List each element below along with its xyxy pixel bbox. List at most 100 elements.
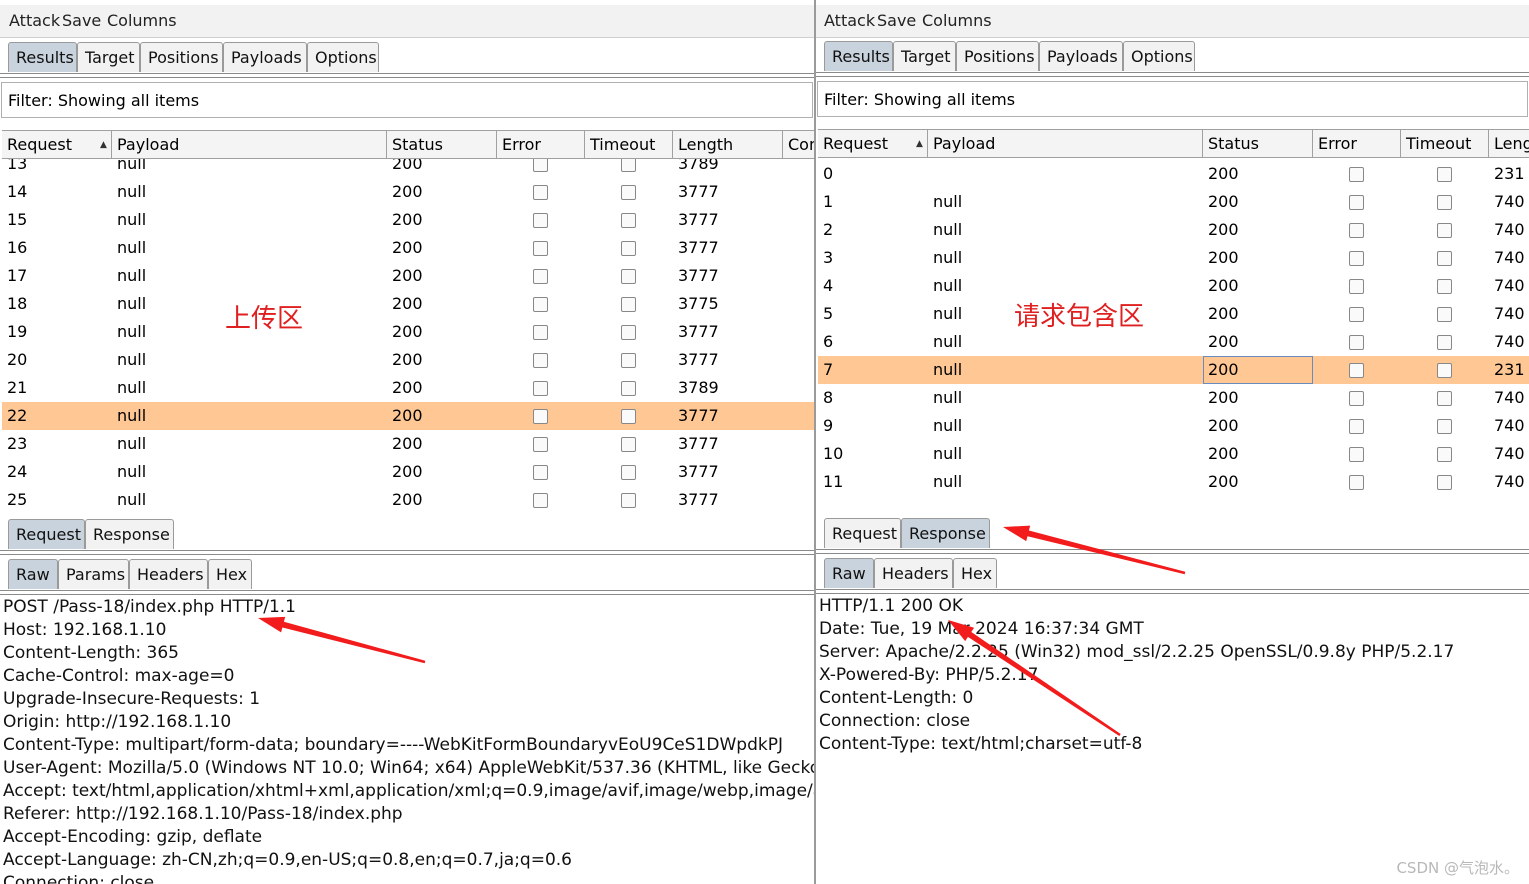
timeout-checkbox[interactable] bbox=[621, 353, 636, 368]
menu-columns[interactable]: Columns bbox=[922, 11, 992, 30]
error-checkbox[interactable] bbox=[533, 353, 548, 368]
timeout-checkbox[interactable] bbox=[1437, 363, 1452, 378]
table-row[interactable]: 22 null 200 3777 bbox=[2, 402, 814, 430]
timeout-checkbox[interactable] bbox=[621, 465, 636, 480]
tab-target[interactable]: Target bbox=[77, 42, 140, 72]
table-row[interactable]: 5 null 200 740 bbox=[818, 300, 1529, 328]
timeout-checkbox[interactable] bbox=[1437, 419, 1452, 434]
error-checkbox[interactable] bbox=[1349, 167, 1364, 182]
column-header-payload[interactable]: Payload bbox=[112, 131, 387, 158]
tab-options[interactable]: Options bbox=[1123, 41, 1195, 71]
error-checkbox[interactable] bbox=[533, 409, 548, 424]
error-checkbox[interactable] bbox=[1349, 251, 1364, 266]
column-header-error[interactable]: Error bbox=[1313, 130, 1401, 157]
column-header-error[interactable]: Error bbox=[497, 131, 585, 158]
timeout-checkbox[interactable] bbox=[621, 493, 636, 508]
tab-request[interactable]: Request bbox=[8, 519, 85, 549]
table-row[interactable]: 14 null 200 3777 bbox=[2, 178, 814, 206]
menu-save[interactable]: Save bbox=[62, 11, 101, 30]
timeout-checkbox[interactable] bbox=[621, 325, 636, 340]
error-checkbox[interactable] bbox=[1349, 279, 1364, 294]
column-header-com[interactable]: Com bbox=[783, 131, 814, 158]
table-row[interactable]: 3 null 200 740 bbox=[818, 244, 1529, 272]
table-row[interactable]: 9 null 200 740 bbox=[818, 412, 1529, 440]
tab-request[interactable]: Request bbox=[824, 518, 901, 548]
tab-payloads[interactable]: Payloads bbox=[223, 42, 307, 72]
table-row[interactable]: 4 null 200 740 bbox=[818, 272, 1529, 300]
column-header-length[interactable]: Length bbox=[673, 131, 783, 158]
error-checkbox[interactable] bbox=[1349, 475, 1364, 490]
tab-positions[interactable]: Positions bbox=[956, 41, 1039, 71]
error-checkbox[interactable] bbox=[533, 185, 548, 200]
timeout-checkbox[interactable] bbox=[621, 297, 636, 312]
table-row[interactable]: 21 null 200 3789 bbox=[2, 374, 814, 402]
tab-response[interactable]: Response bbox=[901, 518, 990, 548]
tab-response[interactable]: Response bbox=[85, 519, 174, 549]
table-row[interactable]: 7 null 200 231 bbox=[818, 356, 1529, 384]
error-checkbox[interactable] bbox=[533, 493, 548, 508]
tab-hex[interactable]: Hex bbox=[953, 558, 997, 588]
timeout-checkbox[interactable] bbox=[621, 437, 636, 452]
timeout-checkbox[interactable] bbox=[621, 409, 636, 424]
table-row[interactable]: 17 null 200 3777 bbox=[2, 262, 814, 290]
column-header-payload[interactable]: Payload bbox=[928, 130, 1203, 157]
timeout-checkbox[interactable] bbox=[621, 241, 636, 256]
table-row[interactable]: 18 null 200 3775 bbox=[2, 290, 814, 318]
error-checkbox[interactable] bbox=[1349, 195, 1364, 210]
table-row[interactable]: 1 null 200 740 bbox=[818, 188, 1529, 216]
error-checkbox[interactable] bbox=[533, 325, 548, 340]
tab-raw[interactable]: Raw bbox=[824, 558, 874, 588]
table-row[interactable]: 15 null 200 3777 bbox=[2, 206, 814, 234]
timeout-checkbox[interactable] bbox=[1437, 335, 1452, 350]
tab-positions[interactable]: Positions bbox=[140, 42, 223, 72]
error-checkbox[interactable] bbox=[533, 437, 548, 452]
error-checkbox[interactable] bbox=[1349, 223, 1364, 238]
error-checkbox[interactable] bbox=[533, 269, 548, 284]
table-row[interactable]: 19 null 200 3777 bbox=[2, 318, 814, 346]
tab-headers[interactable]: Headers bbox=[129, 559, 208, 589]
column-header-request[interactable]: Request bbox=[818, 130, 928, 157]
tab-results[interactable]: Results bbox=[824, 41, 893, 71]
timeout-checkbox[interactable] bbox=[1437, 391, 1452, 406]
filter-bar[interactable]: Filter: Showing all items bbox=[817, 81, 1528, 117]
table-row[interactable]: 0 200 231 bbox=[818, 160, 1529, 188]
tab-hex[interactable]: Hex bbox=[208, 559, 252, 589]
error-checkbox[interactable] bbox=[1349, 391, 1364, 406]
timeout-checkbox[interactable] bbox=[1437, 307, 1452, 322]
timeout-checkbox[interactable] bbox=[1437, 195, 1452, 210]
table-row[interactable]: 16 null 200 3777 bbox=[2, 234, 814, 262]
table-row[interactable]: 10 null 200 740 bbox=[818, 440, 1529, 468]
tab-target[interactable]: Target bbox=[893, 41, 956, 71]
tab-options[interactable]: Options bbox=[307, 42, 379, 72]
error-checkbox[interactable] bbox=[533, 381, 548, 396]
column-header-status[interactable]: Status bbox=[387, 131, 497, 158]
timeout-checkbox[interactable] bbox=[1437, 167, 1452, 182]
error-checkbox[interactable] bbox=[533, 213, 548, 228]
raw-response-text[interactable]: HTTP/1.1 200 OK Date: Tue, 19 Mar 2024 16… bbox=[816, 594, 1529, 884]
tab-params[interactable]: Params bbox=[58, 559, 129, 589]
timeout-checkbox[interactable] bbox=[621, 213, 636, 228]
menu-columns[interactable]: Columns bbox=[107, 11, 177, 30]
table-row[interactable]: 25 null 200 3777 bbox=[2, 486, 814, 508]
table-row[interactable]: 6 null 200 740 bbox=[818, 328, 1529, 356]
table-row[interactable]: 8 null 200 740 bbox=[818, 384, 1529, 412]
table-row[interactable]: 24 null 200 3777 bbox=[2, 458, 814, 486]
column-header-leng[interactable]: Leng bbox=[1489, 130, 1529, 157]
sort-ascending-icon[interactable]: ▲ bbox=[916, 139, 923, 149]
sort-ascending-icon[interactable]: ▲ bbox=[100, 140, 107, 150]
table-row[interactable]: 23 null 200 3777 bbox=[2, 430, 814, 458]
timeout-checkbox[interactable] bbox=[1437, 475, 1452, 490]
table-row[interactable]: 2 null 200 740 bbox=[818, 216, 1529, 244]
timeout-checkbox[interactable] bbox=[1437, 279, 1452, 294]
error-checkbox[interactable] bbox=[1349, 419, 1364, 434]
table-row[interactable]: 11 null 200 740 bbox=[818, 468, 1529, 496]
timeout-checkbox[interactable] bbox=[1437, 223, 1452, 238]
timeout-checkbox[interactable] bbox=[1437, 251, 1452, 266]
error-checkbox[interactable] bbox=[533, 241, 548, 256]
table-row[interactable]: 20 null 200 3777 bbox=[2, 346, 814, 374]
column-header-request[interactable]: Request bbox=[2, 131, 112, 158]
menu-attack[interactable]: Attack bbox=[824, 11, 875, 30]
column-header-status[interactable]: Status bbox=[1203, 130, 1313, 157]
error-checkbox[interactable] bbox=[1349, 447, 1364, 462]
tab-headers[interactable]: Headers bbox=[874, 558, 953, 588]
